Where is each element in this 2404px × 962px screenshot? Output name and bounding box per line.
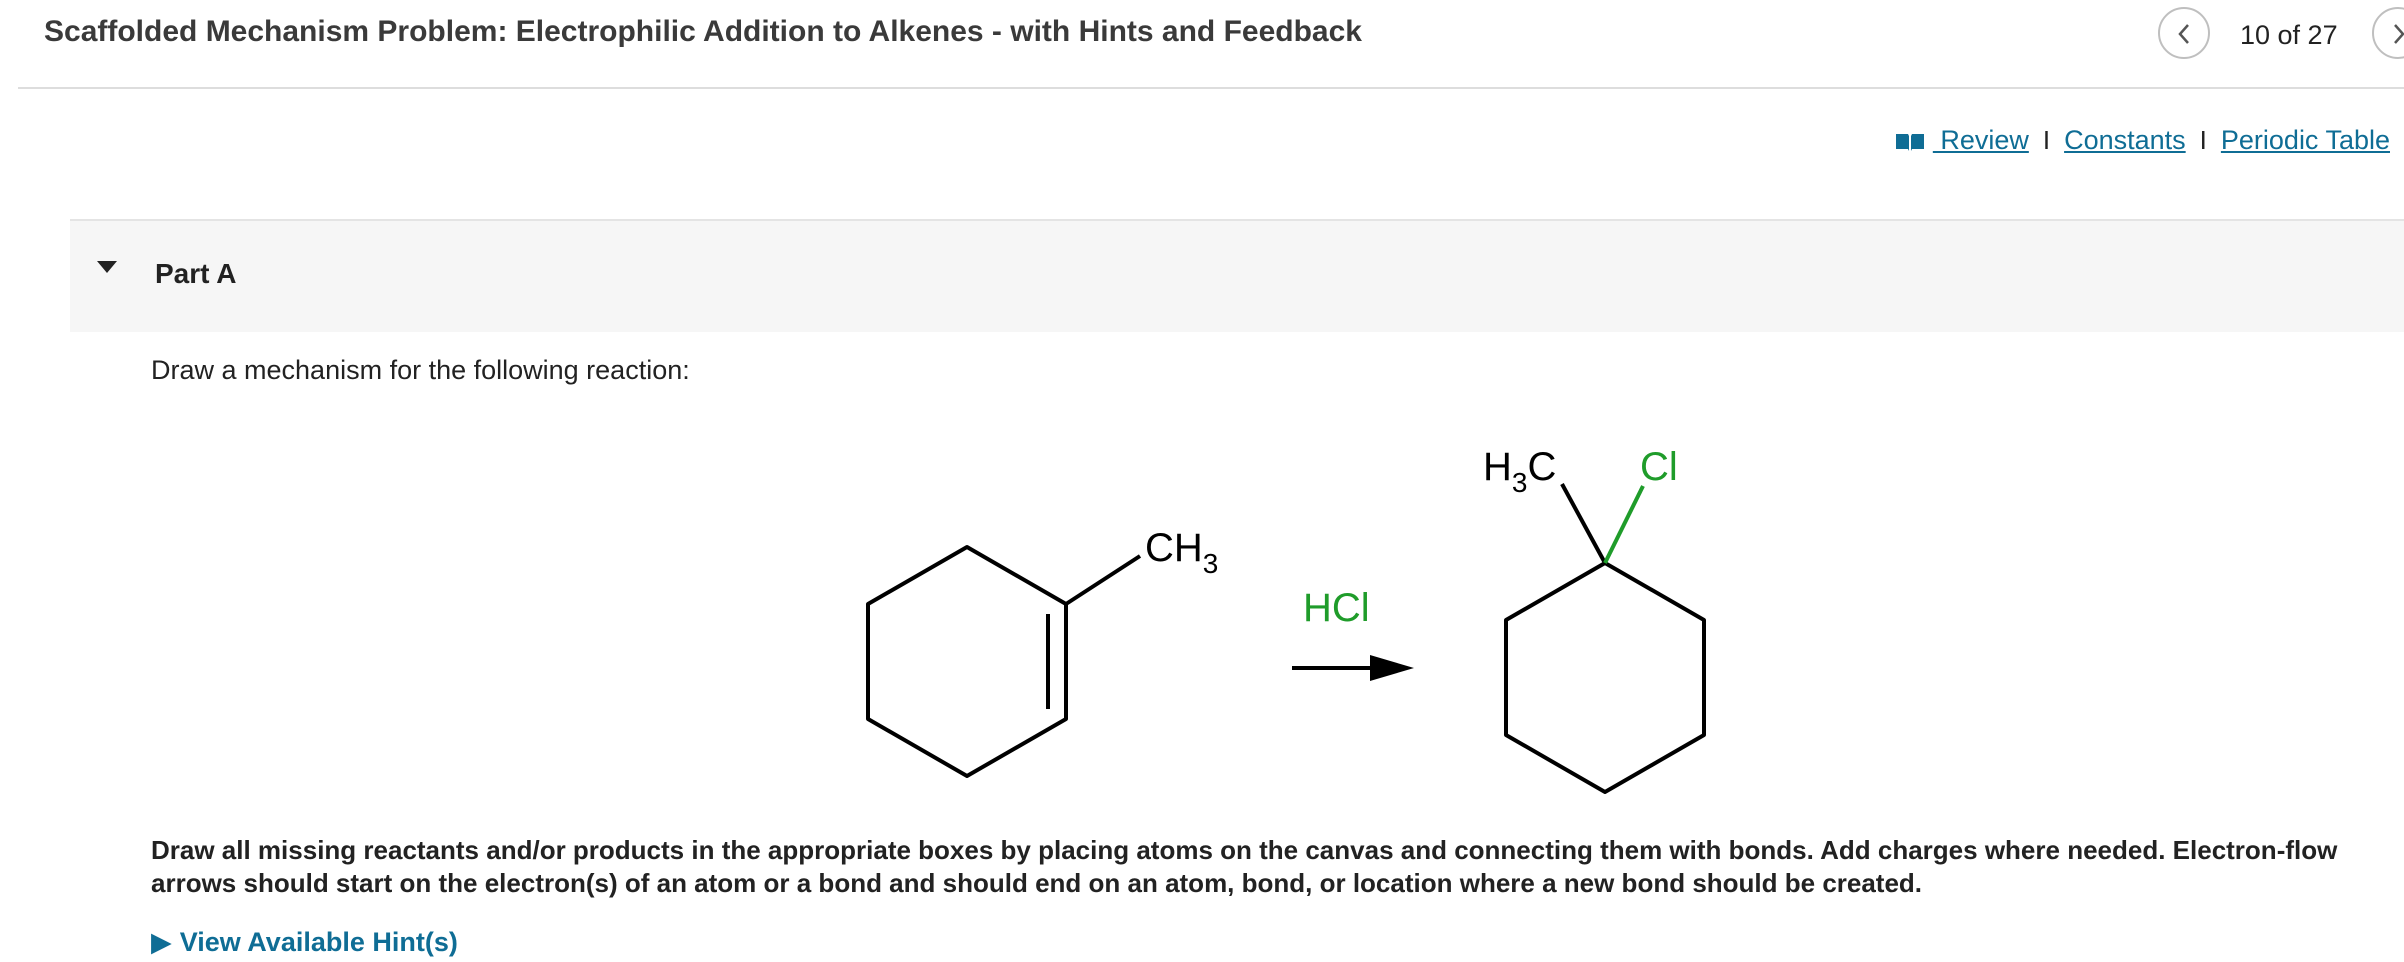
product-chloromethylcyclohexane — [1504, 483, 1706, 794]
header-bar: Scaffolded Mechanism Problem: Electrophi… — [0, 0, 2404, 89]
c-cl-bond — [1603, 485, 1645, 564]
header-divider — [18, 87, 2404, 89]
product-methyl-label: H3C — [1483, 445, 1556, 498]
reactant-methyl-label: CH3 — [1145, 526, 1218, 579]
book-icon — [1895, 133, 1924, 151]
periodic-table-link[interactable]: Periodic Table — [2221, 122, 2390, 158]
reagent-label: HCl — [1303, 586, 1370, 630]
part-a-header[interactable]: Part A — [70, 219, 2404, 332]
next-item-button[interactable] — [2372, 7, 2404, 59]
reactant-methylcyclohexene — [866, 545, 1142, 778]
chevron-right-icon — [2394, 24, 2404, 44]
previous-item-button[interactable] — [2158, 7, 2210, 59]
link-separator: I — [2199, 125, 2207, 155]
constants-link[interactable]: Constants — [2064, 122, 2186, 158]
reaction-arrow — [1292, 655, 1414, 681]
link-separator: I — [2042, 125, 2051, 155]
question-prompt: Draw a mechanism for the following react… — [151, 355, 690, 385]
review-link-label: Review — [1932, 125, 2029, 155]
product-chlorine-label: Cl — [1640, 445, 1678, 489]
caret-down-icon[interactable] — [97, 261, 117, 275]
reaction-scheme: CH3 HCl H3C Cl — [866, 445, 1706, 794]
view-hints-label: View Available Hint(s) — [179, 927, 458, 957]
item-counter: 10 of 27 — [2240, 20, 2338, 50]
review-link[interactable]: Review — [1895, 122, 2029, 158]
caret-right-icon: ▶ — [151, 927, 172, 957]
view-hints-link[interactable]: ▶ View Available Hint(s) — [151, 922, 458, 962]
question-instructions: Draw all missing reactants and/or produc… — [151, 835, 2338, 898]
page-title: Scaffolded Mechanism Problem: Electrophi… — [44, 15, 1362, 48]
resource-links: Review I Constants I Periodic Table — [1895, 122, 2390, 158]
part-label: Part A — [155, 258, 237, 289]
chevron-left-icon — [2178, 24, 2189, 44]
